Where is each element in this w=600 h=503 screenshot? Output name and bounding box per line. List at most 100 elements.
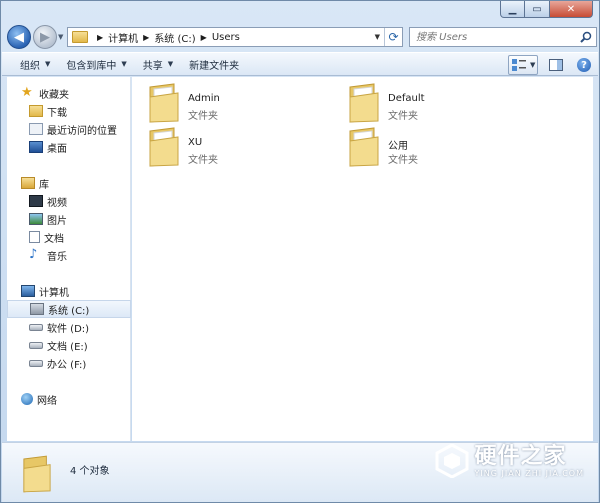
folder-icon [149,83,179,123]
refresh-icon[interactable]: ⟳ [384,28,402,46]
library-icon [21,177,35,189]
search-icon[interactable] [580,31,592,43]
forward-button[interactable]: ▶ [33,25,57,49]
preview-pane-icon [549,59,563,71]
nav-label: 下载 [47,107,67,119]
drive-icon [29,323,43,331]
organize-button[interactable]: 组织 ▼ [12,54,58,74]
folder-name: XU [188,137,203,148]
folder-icon [149,127,179,167]
folder-type: 文件夹 [188,155,218,166]
chevron-right-icon[interactable]: ▶ [97,33,103,42]
back-button[interactable]: ◀ [7,25,31,49]
folder-item[interactable]: XU 文件夹 [148,127,328,169]
item-count: 4 个对象 [70,466,110,477]
folder-item[interactable]: Admin 文件夹 [148,83,328,125]
help-button[interactable]: ? [574,55,594,75]
nav-label: 最近访问的位置 [47,125,117,137]
chevron-down-icon: ▼ [167,60,174,68]
drive-icon [29,359,43,367]
system-drive-icon [30,303,44,315]
folder-icon [72,31,88,43]
downloads-icon [29,105,43,117]
include-library-button[interactable]: 包含到库中 ▼ [58,54,134,74]
details-pane: 4 个对象 硬件之家 YING JIAN ZHI JIA.COM [2,442,598,502]
folder-icon [349,83,379,123]
navigation-pane: ★ 收藏夹 下载 最近访问的位置 桌面 库 视频 图片 文档 ♪ 音乐 计算机 … [7,77,131,441]
nav-label: 库 [39,179,49,191]
folder-item[interactable]: Default 文件夹 [348,83,528,125]
folder-icon [349,127,379,167]
explorer-window: ▁ ▭ ✕ ◀ ▶ ▼ ▶ 计算机 ▶ 系统 (C:) ▶ Users ▼ ⟳ [0,0,600,503]
watermark: 硬件之家 YING JIAN ZHI JIA.COM [435,444,584,478]
nav-label: 系统 (C:) [48,305,90,317]
folder-type: 文件夹 [388,111,418,122]
new-folder-label: 新建文件夹 [189,60,240,72]
nav-favorites[interactable]: ★ 收藏夹 [21,84,145,102]
nav-label: 图片 [47,215,67,227]
arrow-right-icon: ▶ [40,29,50,45]
nav-label: 视频 [47,197,67,209]
share-button[interactable]: 共享 ▼ [135,54,181,74]
folder-type: 文件夹 [188,111,218,122]
address-row: ◀ ▶ ▼ ▶ 计算机 ▶ 系统 (C:) ▶ Users ▼ ⟳ [5,25,597,49]
help-icon: ? [577,58,591,72]
search-input[interactable] [410,28,570,46]
nav-label: 桌面 [47,143,67,155]
file-list: Admin 文件夹 Default 文件夹 XU 文件夹 公用 文件夹 [132,77,593,441]
nav-computer[interactable]: 计算机 [21,282,145,300]
arrow-left-icon: ◀ [14,29,24,45]
search-box [409,27,597,47]
nav-drive-c[interactable]: 系统 (C:) [7,300,131,318]
address-history-dropdown[interactable]: ▼ [375,33,380,41]
nav-label: 办公 (F:) [47,359,87,371]
close-button[interactable]: ✕ [550,1,593,18]
computer-icon [21,285,35,297]
nav-libraries[interactable]: 库 [21,174,145,192]
document-icon [29,231,40,243]
folder-icon [23,455,51,493]
view-icon [512,59,526,71]
nav-label: 文档 [44,233,64,245]
watermark-title: 硬件之家 [474,443,567,469]
chevron-right-icon[interactable]: ▶ [201,33,207,42]
change-view-button[interactable]: ▼ [508,55,538,75]
nav-label: 网络 [37,395,57,407]
network-icon [21,393,33,405]
breadcrumb-drive-c[interactable]: 系统 (C:) [154,30,195,45]
include-library-label: 包含到库中 [66,60,117,72]
chevron-down-icon: ▼ [45,60,51,68]
desktop-icon [29,141,43,153]
organize-label: 组织 [20,60,40,72]
chevron-down-icon: ▼ [530,61,536,69]
picture-icon [29,213,43,225]
chevron-down-icon: ▼ [121,60,127,68]
drive-icon [29,341,43,349]
breadcrumb-users[interactable]: Users [212,32,240,43]
nav-network[interactable]: 网络 [21,390,145,408]
share-label: 共享 [142,60,163,72]
preview-pane-button[interactable] [546,55,566,75]
folder-name: Admin [188,93,220,104]
new-folder-button[interactable]: 新建文件夹 [181,54,247,74]
breadcrumb-computer[interactable]: 计算机 [108,30,138,45]
nav-label: 音乐 [47,251,67,263]
watermark-subtitle: YING JIAN ZHI JIA.COM [474,468,584,478]
music-icon: ♪ [29,247,38,262]
address-bar[interactable]: ▶ 计算机 ▶ 系统 (C:) ▶ Users ▼ ⟳ [67,27,403,47]
folder-type: 文件夹 [388,155,418,166]
folder-name: Default [388,93,425,104]
nav-label: 收藏夹 [39,89,69,101]
maximize-button[interactable]: ▭ [525,1,550,18]
watermark-logo-icon [435,444,469,478]
nav-label: 文档 (E:) [47,341,88,353]
recent-pages-dropdown[interactable]: ▼ [58,33,63,41]
folder-item[interactable]: 公用 文件夹 [348,127,528,169]
command-bar: 组织 ▼ 包含到库中 ▼ 共享 ▼ 新建文件夹 ▼ ? [2,52,598,76]
star-icon: ★ [21,85,33,100]
nav-label: 软件 (D:) [47,323,90,335]
minimize-button[interactable]: ▁ [500,1,525,18]
folder-name: 公用 [388,141,408,152]
chevron-right-icon[interactable]: ▶ [143,33,149,42]
toolbar-right: ▼ ? [508,55,594,75]
